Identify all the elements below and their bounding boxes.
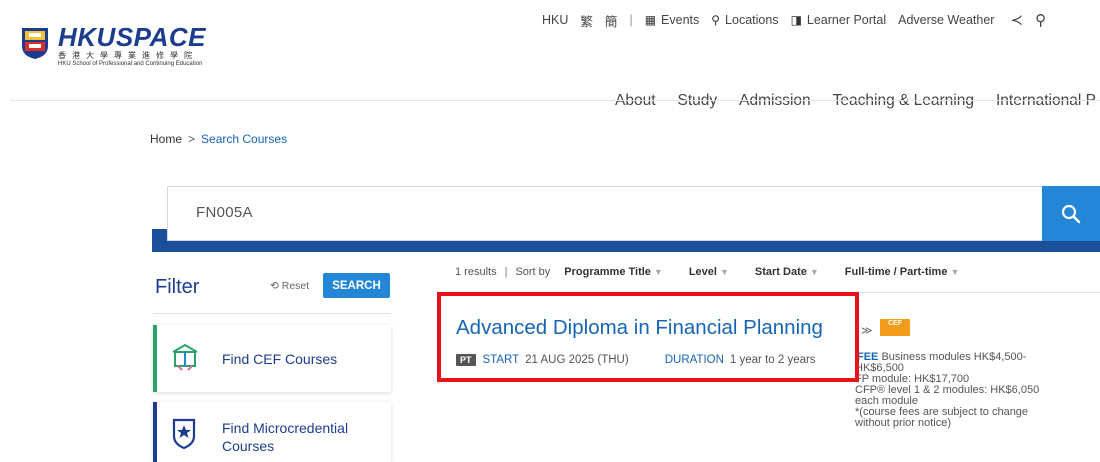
calendar-icon: ▦ [644, 13, 657, 27]
hkuspace-logo[interactable]: HKUSPACE 香港大學專業進修學院 HKU School of Profes… [20, 22, 250, 72]
search-input-value: FN005A [196, 204, 253, 221]
sort-option-label: Level [688, 266, 717, 278]
sort-option-label: Full-time / Part-time [844, 266, 948, 278]
nav-item-admission[interactable]: Admission [739, 92, 811, 110]
card-accent [153, 402, 157, 462]
sort-start-date[interactable]: Start Date ▼ [755, 266, 819, 278]
book-icon: ◨ [790, 13, 802, 27]
sort-mode[interactable]: Full-time / Part-time ▼ [845, 266, 960, 278]
utility-separator: | [629, 13, 633, 27]
reset-icon: ⟲ [270, 280, 279, 292]
locations-link[interactable]: ⚲ Locations [711, 13, 778, 27]
find-cef-courses-label: Find CEF Courses [222, 351, 338, 367]
events-label: Events [661, 13, 700, 27]
nav-item-teaching-learning[interactable]: Teaching & Learning [833, 92, 974, 110]
course-fee: FEE Business modules HK$4,500- HK$6,500 … [855, 352, 1070, 429]
card-accent [153, 325, 157, 392]
search-input[interactable]: FN005A [167, 186, 1042, 241]
search-submit-button[interactable] [1042, 186, 1100, 241]
results-count: 1 results [455, 266, 497, 278]
chevron-down-icon[interactable]: ≫ [861, 324, 873, 337]
sort-option-label: Start Date [754, 266, 807, 278]
crest-icon [22, 28, 48, 59]
search-icon[interactable]: ⚲ [1035, 11, 1046, 29]
sort-programme-title[interactable]: Programme Title ▼ [564, 266, 663, 278]
breadcrumb: Home > Search Courses [150, 132, 287, 146]
microcredential-icon [172, 418, 196, 450]
reset-label: Reset [281, 280, 310, 292]
logo-chinese-name: 香港大學專業進修學院 [58, 51, 198, 60]
sort-option-label: Programme Title [564, 266, 651, 278]
filter-search-button[interactable]: SEARCH [323, 273, 390, 298]
fee-line: without prior notice) [855, 417, 951, 429]
find-microcredential-courses-card[interactable]: Find Microcredential Courses [153, 402, 391, 462]
caret-down-icon: ▼ [809, 267, 819, 277]
find-microcredential-courses-label: Find Microcredential Courses [222, 420, 349, 454]
logo-english-name: HKU School of Professional and Continuin… [58, 61, 203, 67]
breadcrumb-separator: > [188, 132, 196, 146]
learner-portal-link[interactable]: ◨ Learner Portal [791, 13, 887, 27]
find-cef-courses-card[interactable]: Find CEF Courses [153, 325, 391, 392]
caret-down-icon: ▼ [653, 267, 663, 277]
reset-button[interactable]: ⟲ Reset [270, 280, 309, 292]
breadcrumb-search-courses[interactable]: Search Courses [201, 132, 287, 146]
sort-level[interactable]: Level ▼ [689, 266, 729, 278]
caret-down-icon: ▼ [950, 267, 960, 277]
nav-item-international[interactable]: International P [996, 92, 1096, 110]
utility-bar: HKU 繁 簡 | ▦ Events ⚲ Locations ◨ Learner Po… [542, 9, 1058, 31]
cef-icon [172, 343, 198, 371]
learner-portal-label: Learner Portal [806, 13, 887, 27]
share-icon[interactable]: ≺ [1010, 11, 1023, 29]
results-toolbar: 1 results | Sort by Programme Title ▼ Lev… [455, 266, 985, 278]
cef-badge: CEF [880, 319, 910, 336]
sort-label: Sort by [515, 266, 551, 278]
filter-header: Filter ⟲ Reset SEARCH [153, 266, 391, 314]
highlight-box [437, 292, 859, 382]
events-link[interactable]: ▦ Events [645, 13, 700, 27]
header-divider [10, 100, 1100, 101]
filter-title: Filter [155, 276, 200, 298]
nav-item-about[interactable]: About [615, 92, 656, 110]
main-nav: About Study Admission Teaching & Learnin… [615, 92, 1100, 110]
nav-item-study[interactable]: Study [678, 92, 718, 110]
hku-link[interactable]: HKU [542, 13, 568, 27]
locations-label: Locations [725, 13, 779, 27]
breadcrumb-home[interactable]: Home [150, 132, 182, 146]
results-separator: | [504, 266, 508, 278]
traditional-chinese-link[interactable]: 繁 [580, 11, 593, 30]
simplified-chinese-link[interactable]: 簡 [605, 11, 618, 30]
caret-down-icon: ▼ [719, 267, 729, 277]
logo-wordmark: HKUSPACE [58, 22, 206, 52]
adverse-weather-link[interactable]: Adverse Weather [898, 13, 994, 27]
magnifier-icon [1061, 204, 1081, 223]
location-pin-icon: ⚲ [711, 13, 721, 27]
